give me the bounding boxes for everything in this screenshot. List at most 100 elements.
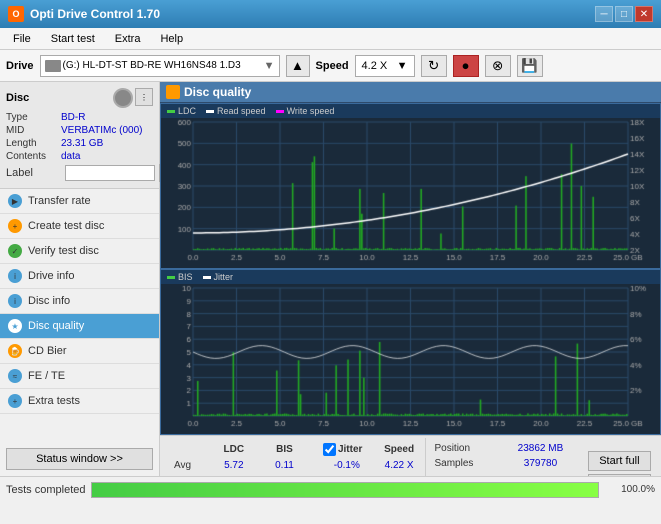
verify-test-disc-icon: ✓ [8, 244, 22, 258]
drive-value: (G:) HL-DT-ST BD-RE WH16NS48 1.D3 [63, 60, 241, 71]
sidebar-item-disc-quality[interactable]: ★ Disc quality [0, 314, 159, 339]
disc-quality-icon: ★ [8, 319, 22, 333]
disc-info-icon: i [8, 294, 22, 308]
disc-type-value: BD-R [61, 112, 85, 123]
sidebar-label-create-test-disc: Create test disc [28, 220, 104, 232]
sidebar-item-disc-info[interactable]: i Disc info [0, 289, 159, 314]
speed-value: 4.2 X [362, 60, 388, 72]
stats-header-speed: Speed [377, 442, 422, 457]
progress-bar-container: Tests completed 100.0% [0, 476, 661, 502]
disc-type-label: Type [6, 112, 61, 123]
status-text: Tests completed [6, 484, 85, 496]
action-buttons: Start full Start part [584, 438, 655, 476]
speed-dropdown-arrow[interactable]: ▼ [397, 60, 408, 72]
legend-jitter: Jitter [203, 272, 234, 282]
extra-tests-icon: + [8, 394, 22, 408]
disc-mid-label: MID [6, 125, 61, 136]
maximize-button[interactable]: □ [615, 6, 633, 22]
drive-icon [45, 60, 61, 72]
minimize-button[interactable]: ─ [595, 6, 613, 22]
transfer-rate-icon: ▶ [8, 194, 22, 208]
content-title: Disc quality [184, 85, 251, 99]
fe-te-icon: ≈ [8, 369, 22, 383]
stats-header-bis: BIS [263, 442, 305, 457]
menu-bar: File Start test Extra Help [0, 28, 661, 50]
disc-length-row: Length 23.31 GB [6, 138, 153, 149]
chart1-canvas-wrapper [161, 118, 660, 268]
start-full-button[interactable]: Start full [588, 451, 651, 471]
chart1-legend: LDC Read speed Write speed [161, 104, 660, 118]
sidebar-item-drive-info[interactable]: i Drive info [0, 264, 159, 289]
menu-start-test[interactable]: Start test [42, 30, 104, 48]
drive-select[interactable]: (G:) HL-DT-ST BD-RE WH16NS48 1.D3 ▼ [40, 55, 280, 77]
disc-options-button[interactable]: ⋮ [135, 88, 153, 106]
disc-mid-row: MID VERBATIMc (000) [6, 125, 153, 136]
disc-label-input[interactable] [65, 165, 155, 181]
disc-length-value: 23.31 GB [61, 138, 103, 149]
avg-jitter: -0.1% [319, 459, 375, 472]
disc-length-label: Length [6, 138, 61, 149]
progress-bar [91, 482, 599, 498]
sidebar: Disc ⋮ Type BD-R MID VERBATIMc (000) Len… [0, 82, 160, 476]
refresh-button[interactable]: ↻ [421, 55, 447, 77]
legend-write-label: Write speed [287, 106, 335, 116]
speed-select[interactable]: 4.2 X ▼ [355, 55, 415, 77]
stats-bar: LDC BIS Jitter Speed Avg 5.7 [160, 435, 661, 476]
stats-table-section: LDC BIS Jitter Speed Avg 5.7 [166, 438, 425, 476]
disc-contents-value: data [61, 151, 80, 162]
sidebar-item-extra-tests[interactable]: + Extra tests [0, 389, 159, 414]
sidebar-item-create-test-disc[interactable]: + Create test disc [0, 214, 159, 239]
start-part-button[interactable]: Start part [588, 474, 651, 477]
legend-read-label: Read speed [217, 106, 266, 116]
sidebar-label-drive-info: Drive info [28, 270, 74, 282]
avg-row-label: Avg [170, 459, 204, 472]
charts-container: LDC Read speed Write speed [160, 103, 661, 435]
sidebar-item-cd-bier[interactable]: 🍺 CD Bier [0, 339, 159, 364]
sidebar-label-disc-info: Disc info [28, 295, 70, 307]
menu-help[interactable]: Help [151, 30, 192, 48]
content-header: Disc quality [160, 82, 661, 103]
legend-jitter-label: Jitter [214, 272, 234, 282]
max-row-label: Max [170, 474, 204, 476]
sidebar-item-fe-te[interactable]: ≈ FE / TE [0, 364, 159, 389]
sidebar-label-disc-quality: Disc quality [28, 320, 84, 332]
disc-contents-row: Contents data [6, 151, 153, 162]
disc-mid-value: VERBATIMc (000) [61, 125, 143, 136]
app-title: Opti Drive Control 1.70 [30, 7, 160, 21]
max-ldc: 546 [206, 474, 261, 476]
save-button[interactable]: 💾 [517, 55, 543, 77]
status-window-button[interactable]: Status window >> [6, 448, 153, 470]
position-label: Position [430, 442, 499, 455]
burn-button[interactable]: ● [453, 55, 479, 77]
position-table: Position 23862 MB Samples 379780 [428, 440, 581, 472]
disc-contents-label: Contents [6, 151, 61, 162]
eject-button[interactable]: ▲ [286, 55, 310, 77]
title-bar: O Opti Drive Control 1.70 ─ □ ✕ [0, 0, 661, 28]
sidebar-label-fe-te: FE / TE [28, 370, 65, 382]
legend-read-speed: Read speed [206, 106, 266, 116]
jitter-checkbox[interactable] [323, 443, 336, 456]
bis-color-dot [167, 276, 175, 279]
sidebar-item-verify-test-disc[interactable]: ✓ Verify test disc [0, 239, 159, 264]
disc-section: Disc ⋮ Type BD-R MID VERBATIMc (000) Len… [0, 82, 159, 189]
disc-icon [113, 88, 133, 108]
write-speed-color-dot [276, 110, 284, 113]
disc-type-row: Type BD-R [6, 112, 153, 123]
drive-info-icon: i [8, 269, 22, 283]
drive-label: Drive [6, 60, 34, 72]
close-button[interactable]: ✕ [635, 6, 653, 22]
menu-extra[interactable]: Extra [106, 30, 150, 48]
window-controls: ─ □ ✕ [595, 6, 653, 22]
disc-header: Disc ⋮ [6, 88, 153, 108]
legend-ldc: LDC [167, 106, 196, 116]
main-layout: Disc ⋮ Type BD-R MID VERBATIMc (000) Len… [0, 82, 661, 476]
menu-file[interactable]: File [4, 30, 40, 48]
chart1-canvas [161, 118, 660, 268]
sidebar-item-transfer-rate[interactable]: ▶ Transfer rate [0, 189, 159, 214]
progress-percent: 100.0% [605, 484, 655, 495]
sidebar-label-cd-bier: CD Bier [28, 345, 67, 357]
erase-button[interactable]: ⊗ [485, 55, 511, 77]
drive-dropdown-arrow[interactable]: ▼ [264, 60, 275, 72]
progress-bar-fill [92, 483, 598, 497]
jitter-label: Jitter [338, 444, 362, 455]
